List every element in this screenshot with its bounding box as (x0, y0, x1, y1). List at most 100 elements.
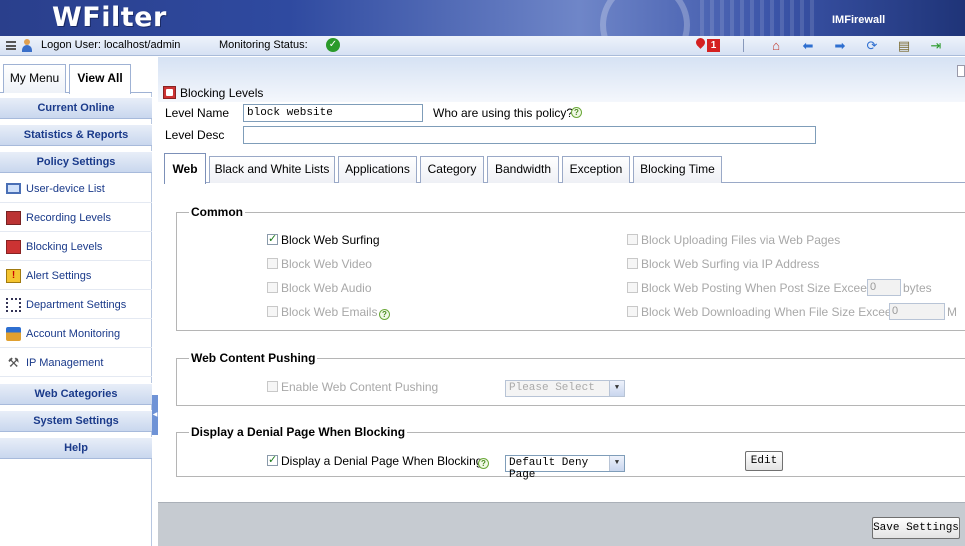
tab-blocking-time[interactable]: Blocking Time (633, 156, 722, 183)
who-using-policy-link[interactable]: Who are using this policy? (433, 106, 573, 120)
tab-web[interactable]: Web (164, 153, 206, 184)
main-top-strip (158, 57, 965, 102)
sidebar-item-user-device-list[interactable]: User-device List (0, 175, 152, 203)
tab-category[interactable]: Category (420, 156, 484, 183)
checkbox-label: Enable Web Content Pushing (281, 380, 439, 394)
user-icon (21, 39, 33, 52)
tab-view-all[interactable]: View All (69, 64, 131, 94)
denial-page-fieldset: Display a Denial Page When Blocking Disp… (176, 425, 965, 481)
blocking-icon (6, 240, 21, 254)
tab-applications[interactable]: Applications (338, 156, 417, 183)
logon-user-text: Logon User: localhost/admin (41, 39, 181, 51)
checkbox-label: Block Web Posting When Post Size Exceeds (641, 281, 880, 295)
section-web-categories[interactable]: Web Categories (0, 383, 152, 405)
sidebar-item-label: User-device List (26, 183, 105, 195)
deny-page-select[interactable]: Default Deny Page ▼ (505, 455, 625, 481)
sidebar-item-blocking-levels[interactable]: Blocking Levels (0, 233, 152, 261)
display-denial-page-checkbox[interactable]: Display a Denial Page When Blocking (267, 453, 483, 468)
block-downloading-checkbox[interactable]: Block Web Downloading When File Size Exc… (627, 305, 904, 319)
back-arrow-icon[interactable]: ⬅ (800, 38, 816, 53)
tab-bandwidth[interactable]: Bandwidth (487, 156, 559, 183)
alert-count-badge[interactable]: 1 (707, 39, 720, 52)
block-web-video-checkbox[interactable]: Block Web Video (267, 257, 372, 271)
alert-pin-icon[interactable] (694, 36, 707, 49)
pushing-legend: Web Content Pushing (189, 351, 318, 365)
checkbox-label: Display a Denial Page When Blocking (281, 454, 483, 468)
policy-tabs: Web Black and White Lists Applications C… (164, 153, 965, 184)
main-panel: Blocking Levels Level Name block website… (158, 57, 965, 546)
logout-icon[interactable]: ⇥ (928, 38, 944, 53)
section-help[interactable]: Help (0, 437, 152, 459)
banner-decoration (700, 0, 820, 36)
edit-button[interactable]: Edit (745, 451, 783, 471)
checkbox-box (267, 258, 278, 269)
page-title: Blocking Levels (180, 86, 264, 100)
checkbox-label: Block Web Surfing (281, 233, 380, 247)
block-surfing-ip-checkbox[interactable]: Block Web Surfing via IP Address (627, 257, 819, 271)
post-size-unit: bytes (903, 281, 932, 295)
tab-exception[interactable]: Exception (562, 156, 630, 183)
checkbox-box (267, 306, 278, 317)
block-web-emails-checkbox[interactable]: Block Web Emails (267, 305, 377, 319)
monitor-icon (6, 183, 21, 194)
checkbox-box (267, 232, 278, 245)
bottom-action-bar: Save Settings (158, 502, 965, 546)
post-size-input[interactable]: 0 (867, 279, 901, 296)
help-icon[interactable]: ? (379, 309, 390, 320)
block-posting-checkbox[interactable]: Block Web Posting When Post Size Exceeds (627, 281, 880, 295)
section-system-settings[interactable]: System Settings (0, 410, 152, 432)
chevron-down-icon: ▼ (609, 381, 624, 396)
level-desc-input[interactable] (243, 126, 816, 144)
sidebar: My Menu View All Current Online Statisti… (0, 57, 152, 546)
sidebar-item-alert-settings[interactable]: ! Alert Settings (0, 262, 152, 290)
print-icon[interactable]: ▤ (896, 38, 912, 53)
common-fieldset: Common Block Web Surfing Block Web Video… (176, 205, 965, 331)
section-policy-settings[interactable]: Policy Settings (0, 151, 152, 173)
pushing-select[interactable]: Please Select ▼ (505, 380, 625, 397)
section-statistics-reports[interactable]: Statistics & Reports (0, 124, 152, 146)
block-web-audio-checkbox[interactable]: Block Web Audio (267, 281, 372, 295)
sidebar-item-department-settings[interactable]: Department Settings (0, 291, 152, 319)
sidebar-item-account-monitoring[interactable]: Account Monitoring (0, 320, 152, 348)
banner-decoration (600, 0, 690, 36)
file-size-unit: M (947, 305, 957, 319)
checkbox-label: Block Uploading Files via Web Pages (641, 233, 841, 247)
block-uploading-checkbox[interactable]: Block Uploading Files via Web Pages (627, 233, 840, 247)
blocking-levels-icon (163, 86, 176, 99)
chevron-down-icon: ▼ (609, 456, 624, 471)
sidebar-item-recording-levels[interactable]: Recording Levels (0, 204, 152, 232)
brand-label: IMFirewall (832, 14, 886, 26)
checkbox-box (267, 381, 278, 392)
alert-icon: ! (6, 269, 21, 283)
status-ok-icon: ✓ (326, 38, 340, 52)
sidebar-item-label: Recording Levels (26, 212, 111, 224)
home-icon[interactable]: ⌂ (768, 38, 784, 53)
header-banner: WFilter IMFirewall (0, 0, 965, 36)
help-icon[interactable]: ? (478, 458, 489, 469)
menu-icon[interactable] (6, 41, 16, 50)
corner-box-icon[interactable] (957, 65, 965, 77)
toolbar-divider (743, 39, 744, 52)
refresh-icon[interactable]: ⟳ (864, 38, 880, 53)
tab-my-menu[interactable]: My Menu (3, 64, 66, 93)
checkbox-label: Block Web Video (281, 257, 372, 271)
common-legend: Common (189, 205, 245, 219)
checkbox-box (627, 258, 638, 269)
sidebar-tabs: My Menu View All (0, 57, 152, 94)
section-current-online[interactable]: Current Online (0, 97, 152, 119)
help-icon[interactable]: ? (571, 107, 582, 118)
checkbox-box (627, 306, 638, 317)
forward-arrow-icon[interactable]: ➡ (832, 38, 848, 53)
sidebar-item-ip-management[interactable]: ⚒ IP Management (0, 349, 152, 377)
account-icon (6, 327, 21, 341)
select-value: Default Deny Page (509, 457, 589, 481)
file-size-input[interactable]: 0 (889, 303, 945, 320)
sidebar-item-label: IP Management (26, 357, 104, 369)
checkbox-box (627, 282, 638, 293)
enable-web-content-pushing-checkbox[interactable]: Enable Web Content Pushing (267, 380, 438, 394)
tab-black-and-white-lists[interactable]: Black and White Lists (209, 156, 335, 183)
save-settings-button[interactable]: Save Settings (872, 517, 960, 539)
checkbox-label: Block Web Surfing via IP Address (641, 257, 820, 271)
level-name-input[interactable]: block website (243, 104, 423, 122)
block-web-surfing-checkbox[interactable]: Block Web Surfing (267, 232, 380, 247)
